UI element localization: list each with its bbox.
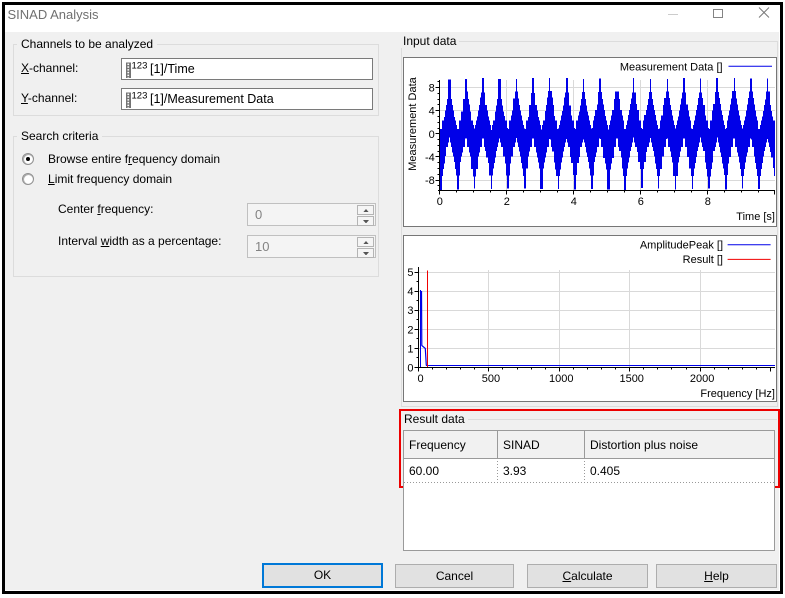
svg-text:Frequency [Hz]: Frequency [Hz] — [700, 388, 775, 400]
svg-text:0: 0 — [437, 196, 443, 208]
svg-text:6: 6 — [638, 196, 644, 208]
svg-text:2: 2 — [504, 196, 510, 208]
svg-text:0: 0 — [417, 373, 423, 385]
svg-text:4: 4 — [407, 286, 413, 298]
svg-text:8: 8 — [705, 196, 711, 208]
svg-text:123: 123 — [132, 61, 148, 72]
svg-text:500: 500 — [482, 373, 500, 385]
svg-text:Measurement Data: Measurement Data — [407, 76, 419, 170]
svg-text:4: 4 — [571, 196, 577, 208]
svg-text:4: 4 — [429, 106, 435, 118]
svg-text:123: 123 — [132, 91, 148, 102]
svg-text:Measurement Data []: Measurement Data [] — [620, 62, 723, 74]
svg-text:5: 5 — [407, 267, 413, 279]
svg-text:AmplitudePeak []: AmplitudePeak [] — [640, 240, 723, 252]
svg-text:1500: 1500 — [619, 373, 643, 385]
svg-text:0: 0 — [429, 129, 435, 141]
svg-text:1: 1 — [407, 343, 413, 355]
svg-text:8: 8 — [429, 83, 435, 95]
svg-text:0: 0 — [407, 363, 413, 375]
svg-text:-4: -4 — [425, 152, 435, 164]
svg-text:2000: 2000 — [690, 373, 714, 385]
svg-text:-8: -8 — [425, 175, 435, 187]
svg-text:3: 3 — [407, 305, 413, 317]
svg-text:2: 2 — [407, 324, 413, 336]
svg-text:Result []: Result [] — [683, 254, 723, 266]
svg-text:1000: 1000 — [549, 373, 573, 385]
svg-text:Time [s]: Time [s] — [736, 211, 775, 223]
